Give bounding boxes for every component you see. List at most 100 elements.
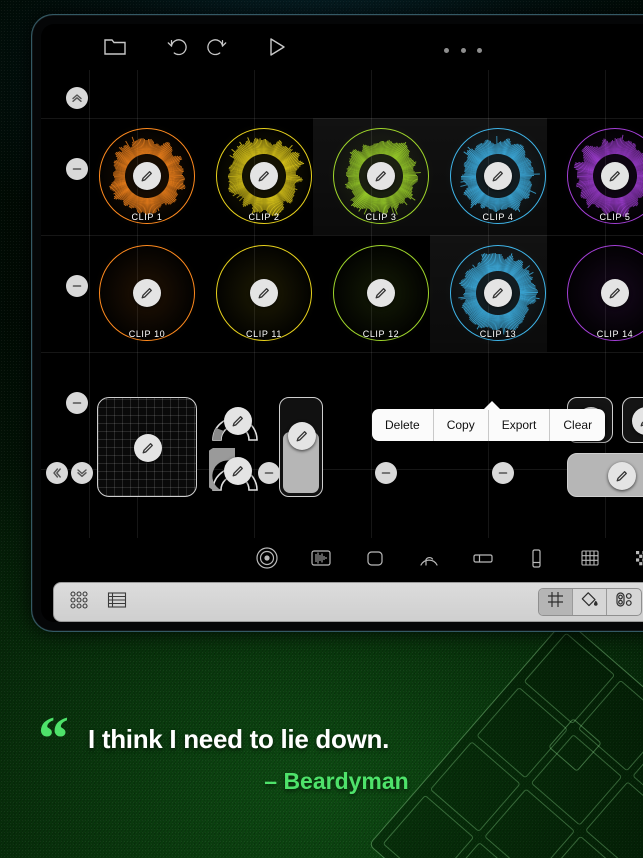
collapse-row-3-button[interactable] xyxy=(66,392,88,414)
undo-icon xyxy=(166,36,188,58)
scroll-down-button[interactable] xyxy=(71,462,93,484)
collapse-column-4-button[interactable] xyxy=(492,462,514,484)
context-menu-item-delete[interactable]: Delete xyxy=(372,409,434,441)
pads-view-icon xyxy=(615,590,634,614)
view-mode-segmented-control[interactable] xyxy=(538,588,642,616)
vertical-fader-control[interactable] xyxy=(279,397,323,497)
minus-icon xyxy=(71,280,83,292)
clip-cell[interactable]: CLIP 3 xyxy=(327,122,435,230)
edit-pencil-icon[interactable] xyxy=(134,434,162,462)
context-menu-item-clear[interactable]: Clear xyxy=(550,409,605,441)
dot-grid-icon xyxy=(68,590,90,615)
edit-pencil-icon[interactable] xyxy=(608,462,636,490)
clip-cell[interactable]: CLIP 5 xyxy=(561,122,643,230)
clip-cell[interactable]: CLIP 1 xyxy=(93,122,201,230)
bottom-bar xyxy=(53,582,643,622)
open-project-button[interactable] xyxy=(101,33,129,61)
edit-pencil-icon[interactable] xyxy=(133,162,161,190)
paint-fill-icon xyxy=(580,590,599,614)
clip-label: CLIP 14 xyxy=(596,329,634,339)
undo-button[interactable] xyxy=(163,33,191,61)
collapse-row-1-button[interactable] xyxy=(66,158,88,180)
clip-label: CLIP 12 xyxy=(362,329,400,339)
module-checker-button[interactable] xyxy=(617,546,643,570)
collapse-column-3-button[interactable] xyxy=(375,462,397,484)
redo-icon xyxy=(206,36,228,58)
edit-pencil-icon[interactable] xyxy=(224,457,252,485)
clip-cell[interactable]: CLIP 13 xyxy=(444,239,552,347)
minus-icon xyxy=(263,467,275,479)
clip-cell[interactable]: CLIP 10 xyxy=(93,239,201,347)
clip-cell[interactable]: CLIP 4 xyxy=(444,122,552,230)
chevron-double-left-icon xyxy=(51,467,63,479)
view-mode-paint-option[interactable] xyxy=(573,589,607,615)
module-grid-button[interactable] xyxy=(563,546,617,570)
clip-cell[interactable]: CLIP 11 xyxy=(210,239,318,347)
clip-cell[interactable]: CLIP 14 xyxy=(561,239,643,347)
context-menu-item-export[interactable]: Export xyxy=(489,409,551,441)
clip-label: CLIP 5 xyxy=(599,212,631,222)
edit-pencil-icon[interactable] xyxy=(133,279,161,307)
grid-view-icon xyxy=(546,590,565,614)
clip-cell[interactable]: CLIP 12 xyxy=(327,239,435,347)
scroll-up-button[interactable] xyxy=(66,87,88,109)
module-record-disc-button[interactable] xyxy=(240,546,294,570)
play-icon xyxy=(267,36,287,58)
dot-2 xyxy=(460,47,466,53)
edit-pencil-icon[interactable] xyxy=(288,422,316,450)
vertical-rect-icon xyxy=(524,546,548,570)
clip-grid-area: CLIP 1 CLIP 2 CLIP 3 CLIP 4 CLIP 5 CLIP 10 CLI… xyxy=(41,70,643,538)
quote-mark: “ xyxy=(38,705,69,773)
checker-grid-icon xyxy=(632,546,643,570)
dot-1 xyxy=(444,47,449,53)
edit-pencil-icon[interactable] xyxy=(484,162,512,190)
minus-icon xyxy=(71,163,83,175)
module-waveform-button[interactable] xyxy=(294,546,348,570)
minus-icon xyxy=(380,467,392,479)
waveform-box-icon xyxy=(309,546,333,570)
list-lines-button[interactable] xyxy=(106,589,128,616)
slider-box-icon xyxy=(471,546,495,570)
edit-pencil-icon[interactable] xyxy=(250,162,278,190)
redo-button[interactable] xyxy=(203,33,231,61)
wide-pad-control[interactable] xyxy=(567,453,643,497)
edit-pencil-icon[interactable] xyxy=(632,407,643,435)
rounded-square-icon xyxy=(363,546,387,570)
dot-grid-button[interactable] xyxy=(68,589,90,616)
record-disc-icon xyxy=(255,546,279,570)
collapse-row-2-button[interactable] xyxy=(66,275,88,297)
quote-author: – Beardyman xyxy=(264,768,409,794)
clip-cell[interactable]: CLIP 2 xyxy=(210,122,318,230)
minus-icon xyxy=(497,467,509,479)
module-slider-button[interactable] xyxy=(456,546,510,570)
edit-pencil-icon[interactable] xyxy=(367,279,395,307)
module-arc-button[interactable] xyxy=(402,546,456,570)
collapse-column-2-button[interactable] xyxy=(258,462,280,484)
clip-label: CLIP 10 xyxy=(128,329,166,339)
clip-label: CLIP 4 xyxy=(482,212,514,222)
edit-pencil-icon[interactable] xyxy=(224,407,252,435)
app-screen: CLIP 1 CLIP 2 CLIP 3 CLIP 4 CLIP 5 CLIP 10 CLI… xyxy=(41,24,643,622)
edit-pencil-icon[interactable] xyxy=(601,279,629,307)
knob-control-upper[interactable] xyxy=(209,398,261,444)
context-menu-item-copy[interactable]: Copy xyxy=(434,409,489,441)
edit-pencil-icon[interactable] xyxy=(250,279,278,307)
folder-icon xyxy=(104,37,126,57)
tablet-device-frame: CLIP 1 CLIP 2 CLIP 3 CLIP 4 CLIP 5 CLIP 10 CLI… xyxy=(31,14,643,632)
module-pad-button[interactable] xyxy=(348,546,402,570)
chevron-double-down-icon xyxy=(76,467,88,479)
knob-control-lower[interactable] xyxy=(209,448,261,494)
clip-context-menu[interactable]: Delete Copy Export Clear xyxy=(372,401,606,441)
more-options-button[interactable] xyxy=(444,46,482,54)
mini-pad-control-2[interactable] xyxy=(622,397,643,443)
scroll-left-button[interactable] xyxy=(46,462,68,484)
edit-pencil-icon[interactable] xyxy=(484,279,512,307)
module-strip xyxy=(41,538,643,578)
edit-pencil-icon[interactable] xyxy=(367,162,395,190)
module-vertical-button[interactable] xyxy=(510,546,564,570)
play-button[interactable] xyxy=(263,33,291,61)
edit-pencil-icon[interactable] xyxy=(601,162,629,190)
view-mode-grid-option[interactable] xyxy=(539,589,573,615)
xy-pad-control[interactable] xyxy=(97,397,197,497)
view-mode-pads-option[interactable] xyxy=(607,589,641,615)
